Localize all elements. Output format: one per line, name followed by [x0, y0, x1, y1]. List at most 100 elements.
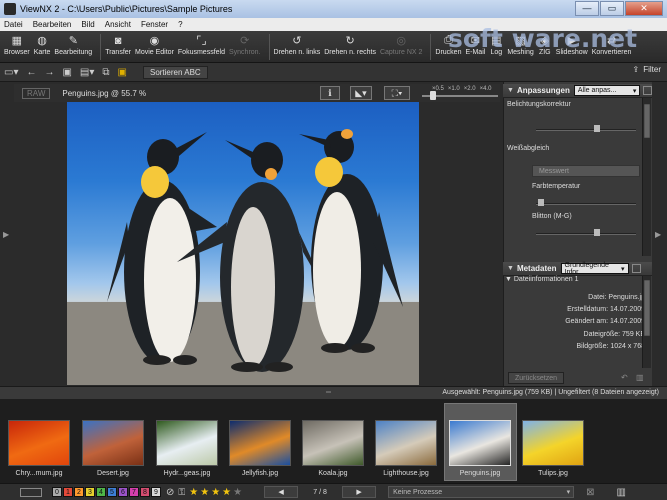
- thumbnail[interactable]: [82, 420, 144, 466]
- menu-help[interactable]: ?: [178, 20, 182, 29]
- thumbnail[interactable]: [156, 420, 218, 466]
- adjustments-scrollbar-thumb[interactable]: [644, 104, 650, 138]
- panel-pin-icon[interactable]: [631, 264, 641, 273]
- undo-icon[interactable]: ↶: [621, 373, 628, 382]
- label-filter-1[interactable]: 1: [63, 487, 73, 497]
- toolbar-rotate-left-button[interactable]: ↺ Drehen n. links: [274, 34, 321, 56]
- metadata-panel-header: ▼ Metadaten Grundlegende Infor... ▾: [503, 262, 652, 276]
- panel-pin-icon[interactable]: [643, 86, 652, 95]
- star-icon[interactable]: ★: [211, 487, 220, 498]
- toolbar-globe-button[interactable]: ◍ Karte: [34, 34, 51, 56]
- adjustments-scrollbar[interactable]: [642, 98, 651, 256]
- tint-slider-handle[interactable]: [594, 229, 600, 236]
- thumbnail-size-icon[interactable]: [20, 487, 42, 497]
- label-filter-4[interactable]: 4: [96, 487, 106, 497]
- thumbnail-label: Penguins.jpg: [459, 470, 501, 477]
- forward-arrow-icon[interactable]: →: [44, 67, 54, 78]
- label-filter-6[interactable]: 6: [118, 487, 128, 497]
- cancel-process-icon[interactable]: ⊠: [586, 487, 594, 498]
- color-temperature-slider-handle[interactable]: [538, 199, 544, 206]
- label-filter-0[interactable]: 0: [52, 487, 62, 497]
- exposure-slider-handle[interactable]: [594, 125, 600, 132]
- label-filter-7[interactable]: 7: [129, 487, 139, 497]
- filter-button[interactable]: ⇪ Filter: [633, 65, 661, 74]
- metadata-dropdown[interactable]: Grundlegende Infor... ▾: [560, 262, 629, 276]
- delete-icon[interactable]: ▥: [616, 487, 625, 498]
- menu-fenster[interactable]: Fenster: [141, 20, 168, 29]
- reset-button[interactable]: Zurücksetzen: [508, 372, 564, 384]
- trash-icon[interactable]: ▥: [636, 373, 644, 382]
- adjustments-title: Anpassungen: [516, 86, 570, 95]
- maximize-button[interactable]: ▭: [600, 1, 624, 16]
- zoom-label: ×0.5: [432, 86, 444, 92]
- thumbnail[interactable]: [302, 420, 364, 466]
- adjustments-dropdown[interactable]: Alle anpas... ▾: [573, 85, 641, 96]
- close-button[interactable]: ✕: [625, 1, 663, 16]
- metadata-scrollbar-thumb[interactable]: [644, 280, 650, 336]
- toolbar-film-button[interactable]: ◉ Movie Editor: [135, 34, 174, 56]
- folder-up-icon[interactable]: ▣: [62, 67, 71, 78]
- metadata-scrollbar[interactable]: [642, 276, 651, 368]
- toolbar-capture-button[interactable]: ◎ Capture NX 2: [380, 34, 422, 56]
- tint-slider-track[interactable]: [536, 233, 636, 235]
- status-bar: ═ Ausgewählt: Penguins.jpg (759 KB) | Un…: [0, 386, 667, 399]
- label-filter-3[interactable]: 3: [85, 487, 95, 497]
- label-filter-2[interactable]: 2: [74, 487, 84, 497]
- collapse-triangle-icon[interactable]: ▼: [507, 87, 514, 94]
- star-icon[interactable]: ★: [189, 487, 198, 498]
- left-panel-toggle-icon[interactable]: ▶: [3, 230, 9, 239]
- label-filter-5[interactable]: 5: [107, 487, 117, 497]
- adjustments-dropdown-value: Alle anpas...: [577, 87, 617, 94]
- view-mode-icon[interactable]: ▭▾: [4, 67, 18, 78]
- exposure-slider-track[interactable]: [536, 129, 636, 131]
- label-filter-8[interactable]: 8: [140, 487, 150, 497]
- folder-icon[interactable]: ▤▾: [80, 67, 94, 78]
- zoom-slider-handle[interactable]: [430, 91, 436, 100]
- thumbnail[interactable]: [375, 420, 437, 466]
- star-icon[interactable]: ★: [222, 487, 231, 498]
- no-rating-icon[interactable]: ⊘: [166, 487, 174, 498]
- minimize-button[interactable]: —: [575, 1, 599, 16]
- protect-icon[interactable]: ⚿: [178, 487, 185, 498]
- back-arrow-icon[interactable]: ←: [26, 67, 36, 78]
- toolbar-rotate-right-button[interactable]: ↻ Drehen n. rechts: [324, 34, 376, 56]
- toolbar-camera-button[interactable]: ◙ Transfer: [105, 34, 131, 57]
- filter-label: Filter: [643, 65, 661, 74]
- splitter-grip-icon[interactable]: ═: [326, 389, 331, 396]
- capture-icon: ◎: [396, 35, 406, 47]
- sort-button[interactable]: Sortieren ABC: [142, 65, 208, 79]
- star-icon[interactable]: ★: [200, 487, 209, 498]
- toolbar-pencil-button[interactable]: ✎ Bearbeitung: [54, 34, 92, 56]
- color-temperature-label: Farbtemperatur: [532, 183, 581, 190]
- toolbar-separator: [100, 34, 102, 60]
- next-image-button[interactable]: ▶: [342, 486, 377, 498]
- toolbar-focus-button[interactable]: ⌜⌟ Fokusmessfeld: [178, 34, 225, 56]
- lock-icon[interactable]: ▣: [118, 67, 127, 78]
- menu-datei[interactable]: Datei: [4, 20, 23, 29]
- menu-bild[interactable]: Bild: [81, 20, 94, 29]
- thumbnail[interactable]: [8, 420, 70, 466]
- thumbnail-label: Desert.jpg: [97, 470, 129, 477]
- color-temperature-slider-track[interactable]: [536, 203, 636, 205]
- info-button[interactable]: ℹ: [320, 86, 340, 100]
- right-panel-toggle-icon[interactable]: ▶: [655, 230, 661, 239]
- process-select[interactable]: Keine Prozesse: [388, 486, 575, 498]
- menu-ansicht[interactable]: Ansicht: [105, 20, 131, 29]
- toolbar-grid-button[interactable]: ▦ Browser: [4, 34, 30, 56]
- label-filter-9[interactable]: 9: [151, 487, 161, 497]
- globe-icon: ◍: [37, 35, 47, 47]
- collapse-triangle-icon[interactable]: ▼: [507, 265, 514, 272]
- copy-icon[interactable]: ⧉: [102, 67, 109, 78]
- pencil-icon: ✎: [68, 35, 78, 47]
- white-balance-select[interactable]: Messwert: [532, 165, 640, 177]
- metadata-section-header[interactable]: ▼ Dateiinformationen 1: [505, 276, 642, 283]
- toolbar-sync-button[interactable]: ⟳ Synchron.: [229, 34, 261, 56]
- menu-bearbeiten[interactable]: Bearbeiten: [33, 20, 72, 29]
- star-icon[interactable]: ★: [233, 487, 242, 498]
- thumbnail[interactable]: [449, 420, 511, 466]
- thumbnail[interactable]: [229, 420, 291, 466]
- thumbnail[interactable]: [522, 420, 584, 466]
- histogram-button[interactable]: ◣▾: [350, 86, 372, 100]
- fit-zoom-button[interactable]: ⛶▾: [384, 86, 410, 100]
- previous-image-button[interactable]: ◀: [264, 486, 299, 498]
